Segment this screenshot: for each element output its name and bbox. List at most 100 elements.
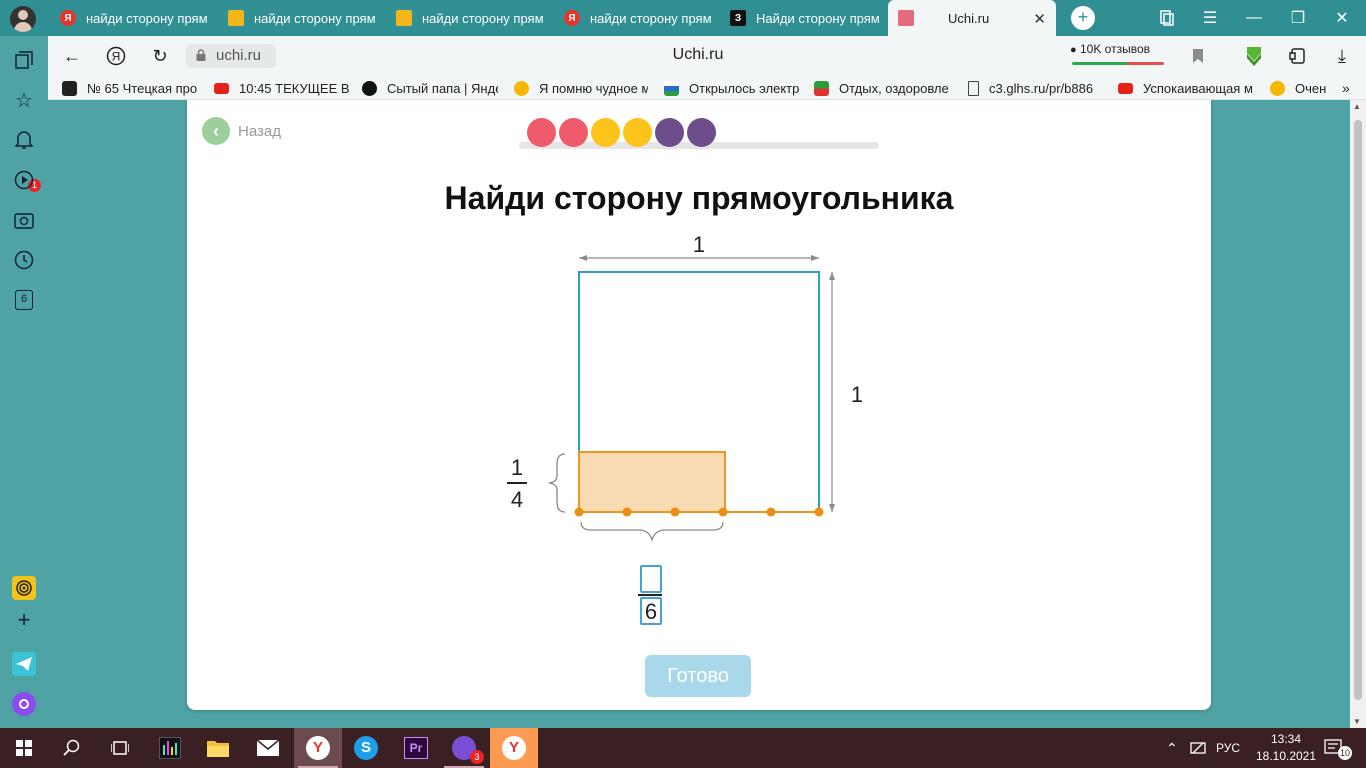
windows-taskbar: Y S Pr 3 Y ⌃ РУС 13:34 18.10.2021 10: [0, 728, 1366, 768]
minimize-icon[interactable]: —: [1242, 6, 1266, 30]
bookmark-8[interactable]: Успокаивающая м: [1118, 80, 1256, 96]
bookmark-6[interactable]: Отдых, оздоровле: [814, 80, 950, 96]
page-content: ‹ Назад Найди сторону прямоугольника 1 1: [48, 100, 1350, 728]
progress-dot: [591, 118, 620, 147]
bookmark-icon[interactable]: [1186, 44, 1210, 68]
download-green-icon[interactable]: [1242, 44, 1266, 68]
close-window-icon[interactable]: ✕: [1330, 6, 1354, 30]
page-scrollbar[interactable]: ▲ ▼: [1350, 100, 1366, 728]
show-hidden-icons[interactable]: ⌃: [1166, 728, 1178, 768]
tab-3[interactable]: найди сторону прям: [386, 0, 554, 36]
tabs-icon[interactable]: [1155, 6, 1179, 30]
reviews-label: 10K отзывов: [1080, 42, 1151, 56]
action-center-icon[interactable]: 10: [1324, 728, 1352, 768]
tab-uchi-active[interactable]: Uchi.ru ✕: [888, 0, 1056, 36]
bookmark-label: Сытый папа | Янде: [387, 80, 498, 96]
task-view-icon[interactable]: [96, 728, 144, 768]
yandex-icon: Я: [60, 10, 76, 26]
back-button[interactable]: ‹ Назад: [202, 117, 281, 145]
zen-icon: [362, 80, 377, 96]
division-dot: [814, 507, 824, 517]
restore-icon[interactable]: ❐: [1286, 6, 1310, 30]
rectangle-figure: 1 1 1 4: [507, 232, 863, 543]
bookmark-4[interactable]: Я помню чудное м: [514, 80, 648, 96]
alice-icon[interactable]: [12, 692, 36, 716]
premiere-icon[interactable]: Pr: [392, 728, 440, 768]
clock[interactable]: 13:34 18.10.2021: [1256, 728, 1316, 768]
done-button[interactable]: Готово: [645, 655, 751, 697]
new-tab-button[interactable]: +: [1071, 6, 1095, 30]
bookmark-3[interactable]: Сытый папа | Янде: [362, 80, 498, 96]
reviews-button[interactable]: ● 10K отзывов: [1070, 42, 1166, 66]
time: 13:34: [1270, 732, 1302, 746]
file-explorer-icon[interactable]: [194, 728, 242, 768]
yandex-browser-taskbar-icon[interactable]: Y: [294, 728, 342, 768]
messenger-icon[interactable]: [12, 652, 36, 676]
left-fraction-numerator: 1: [511, 455, 523, 480]
division-dot: [718, 507, 728, 517]
scroll-down-icon[interactable]: ▼: [1353, 717, 1361, 726]
network-icon[interactable]: [1190, 728, 1206, 768]
play-circle-icon[interactable]: [12, 168, 36, 192]
chevron-left-icon: ‹: [202, 117, 230, 145]
progress-dot: [527, 118, 556, 147]
extensions-icon[interactable]: [1286, 44, 1310, 68]
play-icon: [514, 80, 529, 96]
progress-dot: [655, 118, 684, 147]
plus-icon: +: [1071, 6, 1095, 30]
clock-icon[interactable]: [12, 248, 36, 272]
menu-icon[interactable]: ☰: [1198, 6, 1222, 30]
close-tab-icon[interactable]: ✕: [1033, 10, 1046, 28]
search-icon[interactable]: [48, 728, 96, 768]
tab-1[interactable]: Я найди сторону прям: [50, 0, 218, 36]
audio-app-icon[interactable]: [146, 728, 194, 768]
bookmark-9[interactable]: Очен: [1270, 80, 1338, 96]
bookmark-label: 10:45 ТЕКУЩЕЕ ВІ: [239, 80, 350, 96]
progress-dot: [559, 118, 588, 147]
viber-icon[interactable]: 3: [440, 728, 488, 768]
skype-icon[interactable]: S: [342, 728, 390, 768]
left-fraction-denominator: 4: [511, 487, 523, 512]
mail-icon[interactable]: [244, 728, 292, 768]
language-indicator[interactable]: РУС: [1216, 728, 1240, 768]
tab-2[interactable]: найди сторону прям: [218, 0, 386, 36]
bookmark-1[interactable]: № 65 Чтецкая про: [62, 80, 212, 96]
bookmark-5[interactable]: Открылось электр: [664, 80, 800, 96]
progress-dot: [623, 118, 652, 147]
counter-icon[interactable]: 6: [12, 288, 36, 312]
profile-avatar[interactable]: [10, 6, 36, 32]
bookmark-2[interactable]: 10:45 ТЕКУЩЕЕ ВІ: [214, 80, 350, 96]
bookmark-7[interactable]: c3.glhs.ru/pr/b886: [968, 80, 1102, 96]
notifications-count: 10: [1338, 746, 1352, 760]
tab-4[interactable]: Я найди сторону прям: [554, 0, 722, 36]
page-icon: [968, 80, 979, 96]
division-dot: [574, 507, 584, 517]
tab-title: найди сторону прям: [86, 10, 208, 26]
add-icon[interactable]: +: [12, 607, 36, 632]
scrollbar-thumb[interactable]: [1354, 120, 1362, 700]
division-dot: [622, 507, 632, 517]
star-icon[interactable]: ☆: [12, 88, 36, 112]
collections-icon[interactable]: [12, 48, 36, 72]
right-label: 1: [851, 382, 863, 407]
play-icon: [1270, 80, 1285, 96]
bell-icon[interactable]: [12, 128, 36, 152]
tab-title: найди сторону прям: [590, 10, 712, 26]
camera-icon[interactable]: [12, 208, 36, 232]
numerator-input[interactable]: [640, 565, 662, 593]
progress-dot: [687, 118, 716, 147]
spiral-app-icon[interactable]: [12, 576, 36, 600]
scroll-up-icon[interactable]: ▲: [1353, 102, 1361, 111]
yandex-app-icon[interactable]: Y: [490, 728, 538, 768]
left-brace: [548, 453, 566, 513]
division-dot: [766, 507, 776, 517]
windows-start-icon[interactable]: [0, 728, 48, 768]
tab-5[interactable]: З Найди сторону прям: [720, 0, 888, 36]
youtube-icon: [1118, 82, 1133, 94]
browser-sidebar: ☆ 1 6 +: [0, 36, 48, 728]
more-bookmarks-icon[interactable]: »: [1342, 80, 1362, 96]
flag-icon: [664, 80, 679, 96]
image-icon: [228, 10, 244, 26]
downloads-icon[interactable]: ⤓: [1330, 44, 1354, 68]
tab-title: найди сторону прям: [254, 10, 376, 26]
